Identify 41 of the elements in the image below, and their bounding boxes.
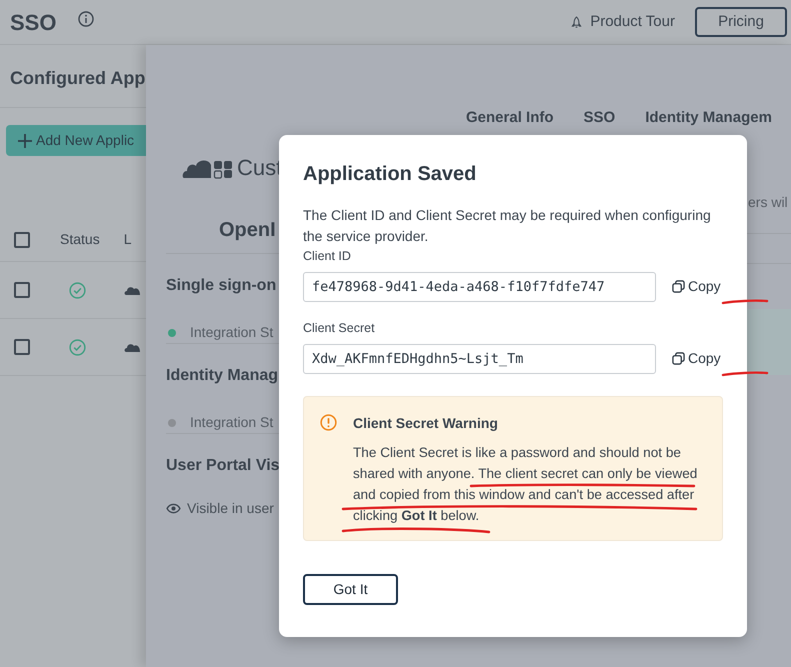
rocket-icon	[571, 16, 582, 28]
checkbox[interactable]	[14, 282, 30, 298]
panel-heading: OpenI	[218, 218, 277, 243]
page-title: SSO	[10, 8, 56, 36]
section-heading: Single sign-on	[166, 276, 278, 296]
status-text: Integration St	[190, 413, 274, 432]
section-title: Configured App	[9, 67, 146, 90]
section-heading: User Portal Vis	[166, 456, 280, 476]
copy-icon	[672, 280, 685, 294]
dialog-description: The Client ID and Client Secret may be required when configuring the service provider.	[303, 206, 712, 246]
field-label: Client Secret	[303, 320, 376, 337]
copy-icon	[672, 352, 685, 365]
plus-icon	[18, 134, 32, 148]
warning-icon	[320, 414, 337, 430]
copy-button[interactable]: Copy	[672, 348, 721, 369]
column-header: Status	[60, 230, 100, 249]
section-heading: Identity Manag	[166, 366, 280, 386]
info-icon[interactable]	[78, 11, 94, 27]
copy-button[interactable]: Copy	[672, 276, 721, 298]
eye-icon	[166, 503, 181, 514]
tab[interactable]: SSO	[584, 107, 616, 132]
cloud-icon	[124, 285, 140, 295]
visibility-text: Visible in user	[187, 499, 274, 518]
column-header: L	[124, 230, 132, 249]
tab[interactable]: General Info	[466, 107, 554, 132]
field-label: Client ID	[303, 248, 352, 265]
text-field[interactable]: Xdw_AKFmnfEDHgdhn5~Lsjt_Tm	[303, 344, 656, 374]
text-field[interactable]: fe478968-9d41-4eda-a468-f10f7fdfe747	[303, 272, 656, 302]
add-application-button[interactable]: Add New Applic	[6, 125, 146, 156]
checkbox[interactable]	[14, 232, 30, 248]
warning-text: The Client Secret is like a password and should not be shared with anyone. The client secret can only be viewed and copied from this window and can't be accessed after clicking Got It below.	[353, 444, 698, 525]
cloud-icon	[124, 342, 140, 352]
panel-text: ers wil	[748, 193, 788, 212]
got-it-button[interactable]: Got It	[303, 574, 398, 604]
checkbox[interactable]	[14, 339, 30, 355]
status-text: Integration St	[190, 323, 274, 342]
pricing-button[interactable]: Pricing	[695, 7, 787, 37]
tab[interactable]: Identity Managem	[645, 107, 772, 132]
dialog-title: Application Saved	[303, 162, 478, 187]
warning-title: Client Secret Warning	[353, 414, 499, 433]
product-tour-link[interactable]: Product Tour	[571, 10, 675, 34]
